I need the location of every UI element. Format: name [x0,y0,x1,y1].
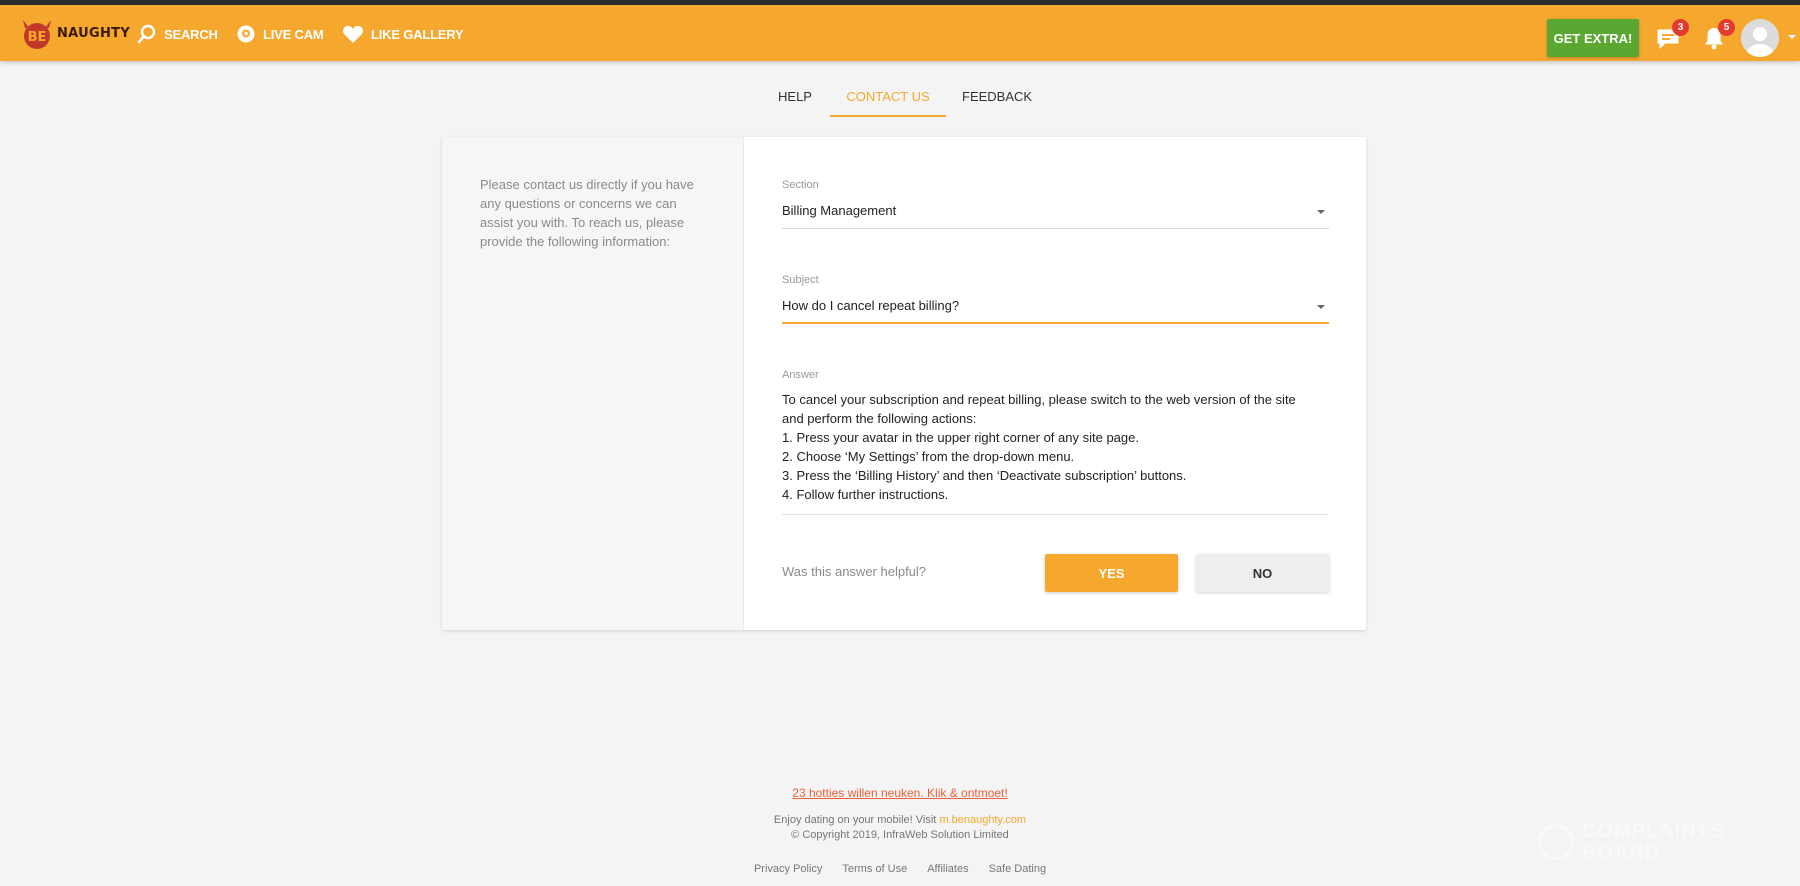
answer-line: To cancel your subscription and repeat b… [782,392,1296,407]
footer-mobile-prefix: Enjoy dating on your mobile! Visit [773,814,937,826]
messages-button[interactable]: 3 [1655,19,1689,51]
nav-like-gallery[interactable]: LIKE GALLERY [342,22,464,46]
avatar-dropdown-caret[interactable] [1788,35,1796,39]
subject-label: Subject [782,274,819,286]
tab-help[interactable]: HELP [776,85,814,117]
mobile-site-link[interactable]: m.benaughty.com [939,814,1026,826]
support-tabs: HELP CONTACT US FEEDBACK [0,85,1800,117]
get-extra-button[interactable]: GET EXTRA! [1547,19,1639,57]
subject-value: How do I cancel repeat billing? [782,298,960,313]
benaughty-logo[interactable]: BE NAUGHTY [17,14,130,52]
answer-line: 3. Press the ‘Billing History’ and then … [782,468,1187,483]
terms-of-use-link[interactable]: Terms of Use [842,863,907,875]
webcam-icon [237,25,255,43]
notifications-button[interactable]: 5 [1701,19,1735,51]
answer-text: To cancel your subscription and repeat b… [782,390,1329,515]
complaints-board-watermark: COMPLAINTS BOARD [1538,818,1753,866]
svg-text:BE: BE [28,30,47,45]
helpful-question: Was this answer helpful? [782,564,927,579]
footer-copyright: © Copyright 2019, InfraWeb Solution Limi… [791,829,1009,841]
answer-line: 1. Press your avatar in the upper right … [782,430,1139,445]
safe-dating-link[interactable]: Safe Dating [989,863,1046,875]
notifications-badge: 5 [1718,19,1735,36]
chevron-down-icon [1317,305,1325,309]
subject-select[interactable]: How do I cancel repeat billing? [782,292,1329,324]
yes-button[interactable]: YES [1045,554,1178,592]
contact-intro-text: Please contact us directly if you have a… [480,177,694,249]
section-value: Billing Management [782,203,897,218]
privacy-policy-link[interactable]: Privacy Policy [754,863,822,875]
footer-mobile-text: Enjoy dating on your mobile! Visit m.ben… [0,814,1800,826]
search-icon [137,24,156,44]
tab-feedback[interactable]: FEEDBACK [962,85,1032,117]
section-select[interactable]: Billing Management [782,197,1329,229]
footer-promo-link[interactable]: 23 hotties willen neuken. Klik & ontmoet… [0,786,1800,800]
answer-line: and perform the following actions: [782,411,977,426]
watermark-text: COMPLAINTS BOARD [1582,820,1724,864]
messages-badge: 3 [1672,19,1689,36]
footer-links: Privacy Policy Terms of Use Affiliates S… [0,863,1800,875]
contact-intro-panel: Please contact us directly if you have a… [442,137,744,630]
devil-logo-icon: BE [23,20,51,49]
user-avatar-icon [1741,19,1779,57]
affiliates-link[interactable]: Affiliates [927,863,968,875]
nav-search[interactable]: SEARCH [137,22,218,46]
answer-label: Answer [782,369,819,381]
contact-card: Please contact us directly if you have a… [442,137,1366,630]
logo-text: NAUGHTY [57,26,131,41]
answer-line: 2. Choose ‘My Settings’ from the drop-do… [782,449,1075,464]
no-button[interactable]: NO [1196,554,1329,592]
heart-icon [343,25,363,43]
section-label: Section [782,179,819,191]
watermark-line: COMPLAINTS [1582,820,1725,842]
watermark-line: BOARD [1582,842,1661,864]
nav-like-gallery-label: LIKE GALLERY [371,26,464,42]
nav-live-cam[interactable]: LIVE CAM [236,22,324,46]
chevron-down-icon [1317,210,1325,214]
watermark-logo-icon [1538,824,1574,860]
nav-live-cam-label: LIVE CAM [263,26,324,42]
user-avatar[interactable] [1741,19,1779,57]
tab-contact-us[interactable]: CONTACT US [830,85,946,117]
top-navbar: BE NAUGHTY SEARCH LIVE CAM LIKE GALLERY … [0,5,1800,61]
answer-line: 4. Follow further instructions. [782,487,949,502]
nav-search-label: SEARCH [164,26,218,42]
